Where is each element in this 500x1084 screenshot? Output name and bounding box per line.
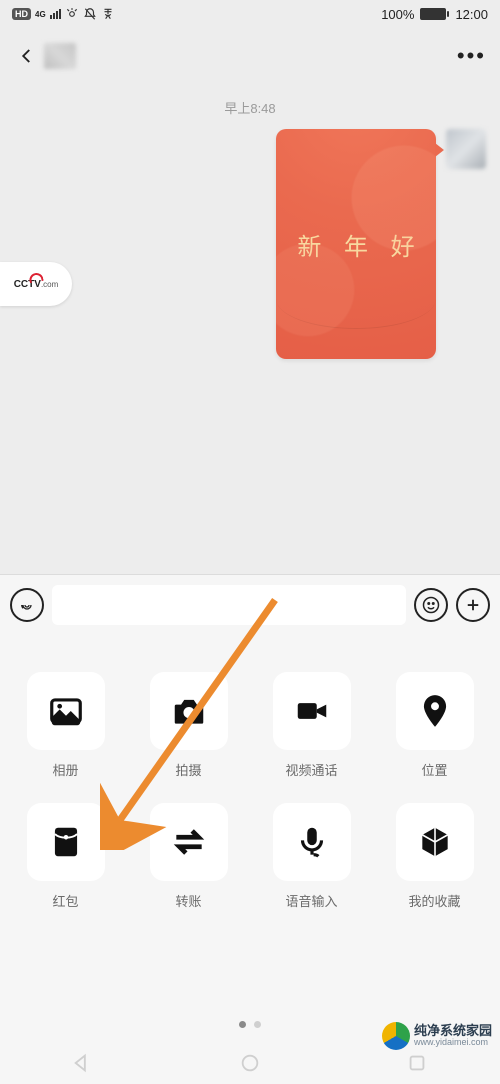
input-bar xyxy=(0,574,500,634)
transfer-icon xyxy=(170,823,208,861)
plus-button[interactable] xyxy=(456,588,490,622)
message-timestamp: 早上8:48 xyxy=(0,84,500,117)
cctv-logo: CCTV.com xyxy=(14,279,59,290)
nav-back-icon[interactable] xyxy=(72,1052,94,1074)
plus-icon xyxy=(464,596,482,614)
battery-icon xyxy=(420,8,449,20)
cube-icon xyxy=(416,823,454,861)
nav-home-icon[interactable] xyxy=(239,1052,261,1074)
title-bar: ••• xyxy=(0,28,500,84)
network-indicator: 4G xyxy=(35,10,46,19)
page-indicator xyxy=(0,1021,500,1028)
tool-transfer[interactable]: 转账 xyxy=(137,803,240,910)
message-input[interactable] xyxy=(52,585,406,625)
tool-label: 拍摄 xyxy=(175,760,201,779)
tool-label: 相册 xyxy=(52,760,78,779)
pin-icon xyxy=(416,692,454,730)
back-button[interactable] xyxy=(14,43,40,69)
alipay-icon xyxy=(101,7,115,21)
status-bar: HD 4G 100% 12:00 xyxy=(0,0,500,28)
tool-red-packet[interactable]: 红包 xyxy=(14,803,117,910)
more-button[interactable]: ••• xyxy=(457,43,486,69)
voice-toggle-button[interactable] xyxy=(10,588,44,622)
eye-icon xyxy=(65,7,79,21)
signal-icon xyxy=(50,9,61,19)
tool-label: 位置 xyxy=(421,760,447,779)
nav-recent-icon[interactable] xyxy=(406,1052,428,1074)
clock: 12:00 xyxy=(455,7,488,22)
tool-label: 语音输入 xyxy=(285,891,337,910)
chevron-left-icon xyxy=(18,47,36,65)
emoji-button[interactable] xyxy=(414,588,448,622)
android-navbar xyxy=(0,1042,500,1084)
red-packet-message[interactable]: 新 年 好 xyxy=(276,129,436,359)
image-icon xyxy=(47,692,85,730)
tool-voice-input[interactable]: 语音输入 xyxy=(260,803,363,910)
video-icon xyxy=(293,692,331,730)
message-row: 新 年 好 xyxy=(0,117,500,359)
smile-icon xyxy=(422,596,440,614)
tool-label: 我的收藏 xyxy=(408,891,460,910)
hd-badge: HD xyxy=(12,8,31,20)
tool-camera[interactable]: 拍摄 xyxy=(137,672,240,779)
camera-icon xyxy=(170,692,208,730)
tool-label: 转账 xyxy=(175,891,201,910)
contact-name xyxy=(44,43,76,69)
red-packet-greeting: 新 年 好 xyxy=(289,227,422,262)
attachment-panel: 相册 拍摄 视频通话 位置 红包 转账 语音输入 我的收藏 xyxy=(0,634,500,1084)
floating-bubble[interactable]: CCTV.com xyxy=(0,262,72,306)
soundwave-icon xyxy=(19,597,35,613)
tool-label: 视频通话 xyxy=(285,760,337,779)
red-envelope-icon xyxy=(47,823,85,861)
tool-album[interactable]: 相册 xyxy=(14,672,117,779)
sender-avatar[interactable] xyxy=(446,129,486,169)
tool-video-call[interactable]: 视频通话 xyxy=(260,672,363,779)
mute-icon xyxy=(83,7,97,21)
microphone-icon xyxy=(293,823,331,861)
chat-area: 早上8:48 新 年 好 CCTV.com xyxy=(0,84,500,574)
tool-label: 红包 xyxy=(52,891,78,910)
battery-percent: 100% xyxy=(381,7,414,22)
tool-location[interactable]: 位置 xyxy=(383,672,486,779)
tool-favorites[interactable]: 我的收藏 xyxy=(383,803,486,910)
